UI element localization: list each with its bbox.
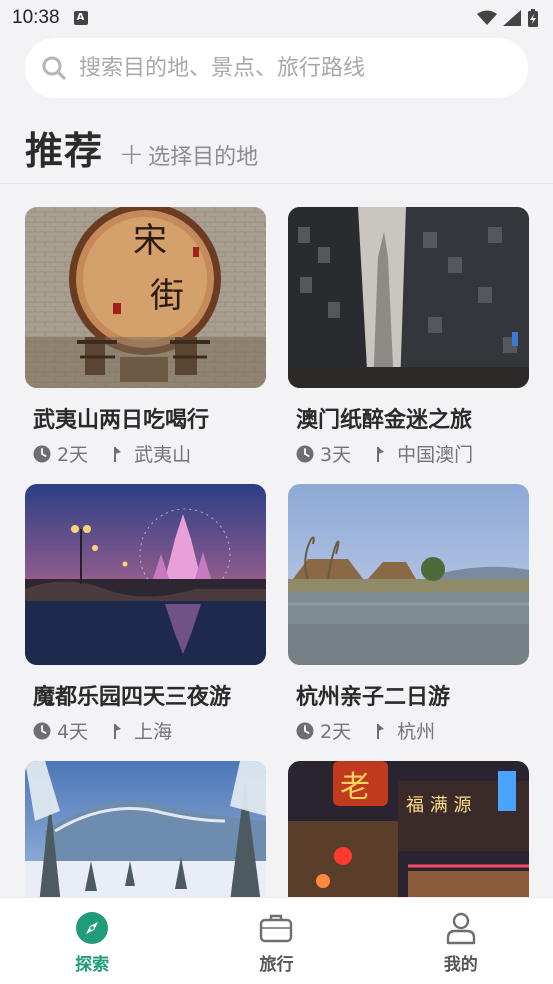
card-image — [288, 484, 529, 665]
card-duration: 4天 — [57, 721, 89, 743]
battery-icon — [528, 9, 538, 27]
tab-trips[interactable]: 旅行 — [184, 898, 368, 984]
svg-text:宋: 宋 — [133, 221, 167, 261]
card-duration: 2天 — [320, 721, 352, 743]
route-card[interactable]: 杭州亲子二日游 2天 杭州 — [288, 484, 529, 744]
card-image — [288, 207, 529, 388]
flag-icon — [114, 446, 122, 462]
route-card[interactable]: 宋 街 武夷山两日吃喝行 2天 武夷山 — [25, 207, 266, 467]
card-location: 杭州 — [397, 721, 436, 743]
card-title: 武夷山两日吃喝行 — [33, 408, 210, 433]
tab-explore[interactable]: 探索 — [0, 898, 184, 984]
suitcase-icon — [260, 914, 293, 943]
section-header: 推荐 + 选择目的地 — [25, 120, 258, 176]
card-location: 中国澳门 — [397, 444, 474, 466]
search-icon — [42, 56, 66, 80]
divider — [0, 183, 553, 184]
clock-icon — [296, 722, 314, 739]
card-location: 上海 — [134, 721, 173, 743]
search-input[interactable] — [79, 55, 499, 81]
route-card[interactable]: 魔都乐园四天三夜游 4天 上海 — [25, 484, 266, 744]
svg-text:福 满 源: 福 满 源 — [406, 795, 471, 816]
svg-text:街: 街 — [150, 276, 184, 316]
section-title: 推荐 — [25, 129, 104, 173]
card-title: 澳门纸醉金迷之旅 — [296, 408, 473, 433]
card-title: 魔都乐园四天三夜游 — [33, 685, 232, 710]
clock-icon — [296, 445, 314, 462]
status-time: 10:38 — [12, 7, 60, 28]
tab-profile[interactable]: 我的 — [369, 898, 553, 984]
person-icon — [446, 912, 476, 945]
card-duration: 2天 — [57, 444, 89, 466]
card-meta: 4天 上海 — [33, 717, 266, 744]
notification-icon: A — [73, 11, 88, 25]
flag-icon — [377, 446, 385, 462]
choose-destination-button[interactable]: + 选择目的地 — [119, 139, 258, 171]
status-bar: 10:38 A — [0, 0, 553, 36]
card-meta: 3天 中国澳门 — [296, 440, 529, 467]
card-title: 杭州亲子二日游 — [296, 685, 451, 710]
clock-icon — [33, 722, 51, 739]
clock-icon — [33, 445, 51, 462]
plus-icon: + — [119, 137, 145, 172]
compass-icon — [76, 912, 109, 944]
flag-icon — [377, 723, 385, 739]
tab-profile-label: 我的 — [443, 955, 478, 975]
tab-trips-label: 旅行 — [259, 955, 294, 975]
flag-icon — [114, 723, 122, 739]
tab-explore-label: 探索 — [75, 955, 110, 975]
card-meta: 2天 杭州 — [296, 717, 529, 744]
wifi-icon — [477, 10, 497, 25]
status-icons — [477, 9, 539, 27]
card-location: 武夷山 — [134, 444, 192, 466]
choose-destination-label: 选择目的地 — [148, 145, 259, 170]
card-image: 宋 街 — [25, 207, 266, 388]
card-duration: 3天 — [320, 444, 352, 466]
svg-text:老: 老 — [340, 770, 370, 805]
card-image — [25, 484, 266, 665]
route-card[interactable]: 澳门纸醉金迷之旅 3天 中国澳门 — [288, 207, 529, 467]
search-bar[interactable] — [25, 38, 528, 98]
bottom-tab-bar: 探索 旅行 我的 — [0, 897, 553, 984]
card-meta: 2天 武夷山 — [33, 440, 266, 467]
signal-icon — [503, 10, 521, 26]
